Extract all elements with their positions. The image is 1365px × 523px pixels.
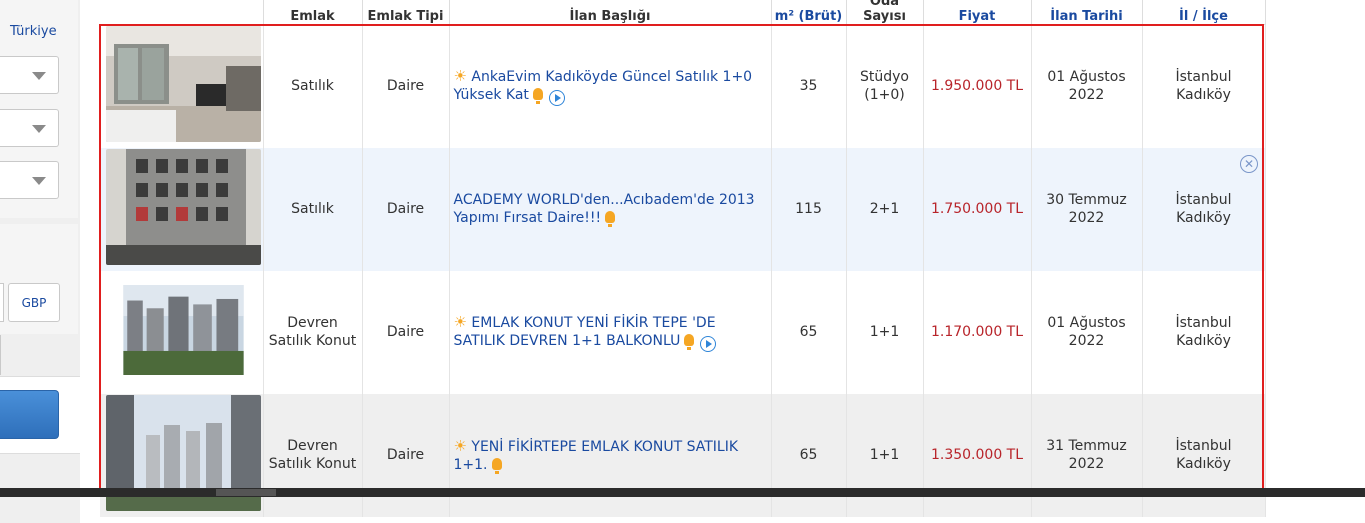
location-select-2[interactable] bbox=[0, 109, 59, 147]
search-sidebar: Türkiye Türkiye GBP bbox=[0, 0, 81, 523]
search-button[interactable] bbox=[0, 390, 59, 439]
emlak-cell: Satılık bbox=[263, 147, 363, 271]
chevron-down-icon bbox=[32, 125, 46, 133]
spacer bbox=[80, 0, 100, 523]
lightbulb-icon bbox=[491, 457, 502, 474]
date-cell: 01 Ağustos 2022 bbox=[1031, 270, 1143, 394]
listing-title-cell[interactable]: ☀ EMLAK KONUT YENİ FİKİR TEPE 'DE SATILI… bbox=[449, 270, 772, 394]
emlak-cell: Devren Satılık Konut bbox=[263, 270, 363, 394]
header-m2[interactable]: m² (Brüt) bbox=[771, 0, 847, 25]
location-cell: İstanbul Kadıköy bbox=[1142, 393, 1266, 517]
m2-cell: 65 bbox=[771, 270, 847, 394]
listing-title-link[interactable]: ACADEMY WORLD'den...Acıbadem'de 2013 Yap… bbox=[454, 192, 755, 226]
table-row[interactable]: Devren Satılık Konut Daire ☀ YENİ FİKİRT… bbox=[100, 393, 1266, 517]
listing-title-cell[interactable]: ACADEMY WORLD'den...Acıbadem'de 2013 Yap… bbox=[449, 147, 772, 271]
play-video-icon[interactable] bbox=[700, 335, 717, 352]
listing-photo[interactable] bbox=[106, 284, 261, 375]
header-emlak-tipi[interactable]: Emlak Tipi bbox=[362, 0, 450, 25]
header-ilan-basligi[interactable]: İlan Başlığı bbox=[449, 0, 772, 25]
currency-gbp-button[interactable]: GBP bbox=[8, 283, 60, 322]
m2-cell: 115 bbox=[771, 147, 847, 271]
divider bbox=[0, 335, 1, 375]
tip-cell: Daire bbox=[362, 393, 450, 517]
location-cell: İstanbul Kadıköy bbox=[1142, 270, 1266, 394]
emlak-cell: Devren Satılık Konut bbox=[263, 393, 363, 517]
location-cell: İstanbul Kadıköy bbox=[1142, 24, 1266, 148]
m2-cell: 35 bbox=[771, 24, 847, 148]
horizontal-scrollbar[interactable] bbox=[0, 488, 1365, 497]
lightbulb-icon bbox=[605, 211, 616, 227]
chevron-down-icon bbox=[32, 72, 46, 80]
listing-photo[interactable] bbox=[105, 25, 261, 142]
featured-star-icon: ☀ bbox=[453, 436, 467, 455]
table-row[interactable]: Devren Satılık Konut Daire ☀ EMLAK KONUT… bbox=[100, 270, 1266, 394]
chevron-down-icon bbox=[32, 177, 46, 185]
listing-photo-cell[interactable] bbox=[100, 393, 264, 517]
listing-photo[interactable] bbox=[105, 148, 261, 265]
listing-table: Emlak Emlak Tipi İlan Başlığı m² (Brüt) … bbox=[100, 0, 1266, 517]
location-select-3[interactable] bbox=[0, 161, 59, 199]
lightbulb-icon bbox=[532, 87, 543, 104]
price-cell: 1.750.000 TL bbox=[923, 147, 1032, 271]
price-cell: 1.170.000 TL bbox=[923, 270, 1032, 394]
currency-option-prev[interactable] bbox=[0, 283, 4, 322]
header-fiyat[interactable]: Fiyat bbox=[923, 0, 1032, 25]
listing-title-link[interactable]: EMLAK KONUT YENİ FİKİR TEPE 'DE SATILIK … bbox=[454, 315, 716, 349]
scrollbar-thumb[interactable] bbox=[216, 489, 276, 496]
table-row[interactable]: Satılık Daire ACADEMY WORLD'den...Acıbad… bbox=[100, 147, 1266, 271]
table-row[interactable]: Satılık Daire ☀ AnkaEvim Kadıköyde Günce… bbox=[100, 24, 1266, 148]
oda-cell: 1+1 bbox=[846, 270, 924, 394]
price-cell: 1.950.000 TL bbox=[923, 24, 1032, 148]
date-cell: 31 Temmuz 2022 bbox=[1031, 393, 1143, 517]
date-cell: 01 Ağustos 2022 bbox=[1031, 24, 1143, 148]
close-icon[interactable]: ✕ bbox=[1240, 155, 1258, 173]
location-select-1[interactable] bbox=[0, 56, 59, 94]
listing-photo-cell[interactable] bbox=[100, 147, 264, 271]
listing-photo-cell[interactable] bbox=[100, 270, 264, 394]
listing-title-cell[interactable]: ☀ AnkaEvim Kadıköyde Güncel Satılık 1+0 … bbox=[449, 24, 772, 148]
oda-cell: Stüdyo (1+0) bbox=[846, 24, 924, 148]
price-cell: 1.350.000 TL bbox=[923, 393, 1032, 517]
header-ilan-tarihi[interactable]: İlan Tarihi bbox=[1031, 0, 1143, 25]
featured-star-icon: ☀ bbox=[453, 66, 467, 85]
oda-cell: 2+1 bbox=[846, 147, 924, 271]
play-video-icon[interactable] bbox=[548, 89, 565, 106]
header-oda-sayisi[interactable]: Oda Sayısı bbox=[846, 0, 924, 25]
m2-cell: 65 bbox=[771, 393, 847, 517]
listing-photo-cell[interactable] bbox=[100, 24, 264, 148]
header-photo bbox=[100, 0, 264, 25]
listing-title-link[interactable]: AnkaEvim Kadıköyde Güncel Satılık 1+0 Yü… bbox=[454, 69, 753, 103]
header-il-ilce[interactable]: İl / İlçe bbox=[1142, 0, 1266, 25]
listing-title-cell[interactable]: ☀ YENİ FİKİRTEPE EMLAK KONUT SATILIK 1+1… bbox=[449, 393, 772, 517]
country-link[interactable]: Türkiye bbox=[10, 24, 57, 39]
oda-cell: 1+1 bbox=[846, 393, 924, 517]
date-cell: 30 Temmuz 2022 bbox=[1031, 147, 1143, 271]
tip-cell: Daire bbox=[362, 24, 450, 148]
header-emlak[interactable]: Emlak bbox=[263, 0, 363, 25]
tip-cell: Daire bbox=[362, 270, 450, 394]
featured-star-icon: ☀ bbox=[453, 312, 467, 331]
lightbulb-icon bbox=[684, 333, 695, 350]
emlak-cell: Satılık bbox=[263, 24, 363, 148]
tip-cell: Daire bbox=[362, 147, 450, 271]
